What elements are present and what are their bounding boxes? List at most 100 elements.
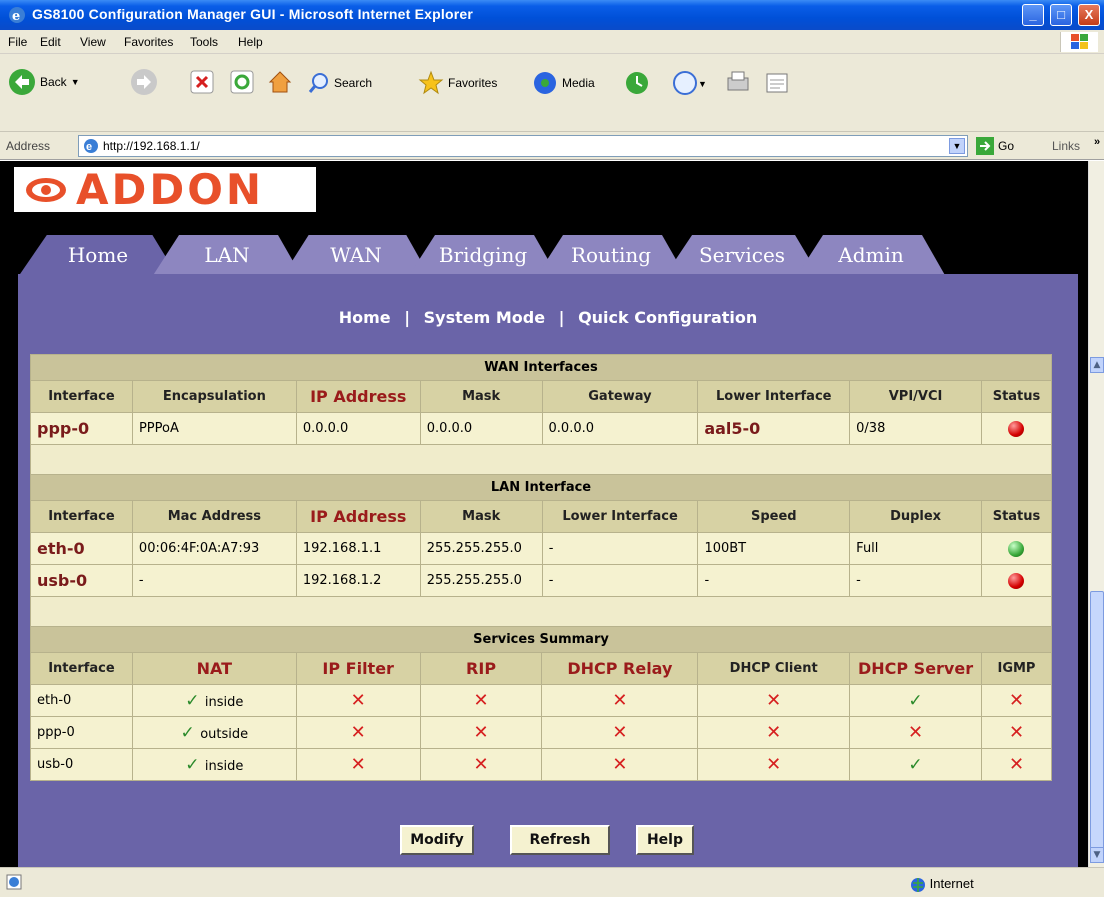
col-header[interactable]: NAT <box>131 652 297 685</box>
menu-edit[interactable]: Edit <box>40 35 61 49</box>
lan-section-title: LAN Interface <box>30 474 1052 501</box>
nat-mode: inside <box>204 694 244 710</box>
address-bar: Address e http://192.168.1.1/ ▼ Go Links… <box>0 132 1104 160</box>
address-input[interactable]: e http://192.168.1.1/ ▼ <box>78 135 968 157</box>
check-icon: ✓ <box>908 690 923 711</box>
col-header[interactable]: DHCP Relay <box>541 652 699 685</box>
links-button[interactable]: Links <box>1052 139 1080 153</box>
history-icon[interactable] <box>624 70 650 96</box>
menu-help[interactable]: Help <box>238 35 263 49</box>
search-icon <box>308 73 328 93</box>
table-row: eth-0 ✓ inside ✕ ✕ ✕ ✕ ✓ ✕ <box>30 684 1053 717</box>
nat-mode: outside <box>200 726 249 742</box>
service-cell: ✕ <box>419 684 543 717</box>
scroll-thumb[interactable] <box>1090 591 1104 859</box>
menu-view[interactable]: View <box>80 35 106 49</box>
maximize-button[interactable]: □ <box>1050 4 1072 26</box>
col-header[interactable]: IP Filter <box>295 652 421 685</box>
logo-text: ADDON <box>76 165 265 214</box>
lower-interface-link[interactable]: aal5-0 <box>697 412 851 445</box>
print-icon[interactable] <box>724 70 752 96</box>
sublink-home[interactable]: Home <box>339 308 391 327</box>
logo-eye-icon <box>26 178 66 202</box>
tab-home[interactable]: Home <box>18 235 178 277</box>
tab-routing[interactable]: Routing <box>536 235 686 277</box>
col-header: Lower Interface <box>697 380 851 413</box>
help-button[interactable]: Help <box>636 825 694 855</box>
svg-text:▼: ▼ <box>698 79 706 89</box>
stop-icon[interactable] <box>190 70 214 94</box>
globe-icon <box>911 877 925 892</box>
cell: - <box>849 564 982 597</box>
home-icon[interactable] <box>266 68 294 96</box>
cell: - <box>541 564 699 597</box>
cross-icon: ✕ <box>612 754 628 775</box>
col-header: Lower Interface <box>541 500 699 533</box>
col-header[interactable]: DHCP Server <box>849 652 982 685</box>
refresh-button[interactable]: Refresh <box>510 825 610 855</box>
cell: Full <box>849 532 982 565</box>
star-icon <box>418 70 444 95</box>
cell: 100BT <box>697 532 851 565</box>
menu-file[interactable]: File <box>8 35 27 49</box>
service-cell: ✕ <box>541 748 699 781</box>
sublink-system-mode[interactable]: System Mode <box>424 308 545 327</box>
address-dropdown[interactable]: ▼ <box>949 138 965 154</box>
menu-bar: File Edit View Favorites Tools Help <box>0 30 1104 54</box>
sublink-quick-configuration[interactable]: Quick Configuration <box>578 308 757 327</box>
scroll-up-arrow-icon[interactable]: ▲ <box>1090 357 1104 373</box>
col-header: Interface <box>30 500 133 533</box>
cross-icon: ✕ <box>473 754 489 775</box>
cell: 00:06:4F:0A:A7:93 <box>131 532 297 565</box>
service-cell: ✕ <box>541 716 699 749</box>
check-icon: ✓ <box>185 754 205 775</box>
services-section-title: Services Summary <box>30 626 1052 653</box>
interface-link[interactable]: eth-0 <box>30 532 133 565</box>
service-cell: ✕ <box>419 716 543 749</box>
col-header[interactable]: IP Address <box>295 500 421 533</box>
window-title: GS8100 Configuration Manager GUI - Micro… <box>32 6 474 22</box>
address-label: Address <box>6 139 51 153</box>
col-header: Gateway <box>541 380 699 413</box>
col-header: VPI/VCI <box>849 380 982 413</box>
mail-icon[interactable]: ▼ <box>672 70 706 96</box>
close-button[interactable]: X <box>1078 4 1100 26</box>
cell: 0.0.0.0 <box>419 412 543 445</box>
media-button[interactable]: Media <box>532 70 595 96</box>
tab-wan[interactable]: WAN <box>282 235 430 277</box>
vertical-scrollbar[interactable]: ▲ ▼ <box>1088 161 1104 867</box>
tab-bridging[interactable]: Bridging <box>408 235 558 277</box>
interface-link[interactable]: ppp-0 <box>30 412 133 445</box>
forward-arrow-icon[interactable] <box>130 68 158 96</box>
col-header: Interface <box>30 652 133 685</box>
status-red-icon <box>1008 572 1025 589</box>
go-button[interactable]: Go <box>976 137 1014 155</box>
col-header: Status <box>980 500 1053 533</box>
favorites-button[interactable]: Favorites <box>418 70 497 96</box>
interface-link[interactable]: usb-0 <box>30 564 133 597</box>
security-zone: Internet <box>910 876 974 893</box>
page-content: ADDON Home LAN WAN Bridging Routing Serv… <box>0 161 1088 867</box>
back-button[interactable]: Back ▼ <box>8 68 80 96</box>
status-red-icon <box>1008 420 1025 437</box>
menu-tools[interactable]: Tools <box>190 35 218 49</box>
menu-favorites[interactable]: Favorites <box>124 35 173 49</box>
minimize-button[interactable]: _ <box>1022 4 1044 26</box>
modify-button[interactable]: Modify <box>400 825 474 855</box>
refresh-icon[interactable] <box>230 70 254 94</box>
tab-admin[interactable]: Admin <box>796 235 946 277</box>
window-title-bar[interactable]: e GS8100 Configuration Manager GUI - Mic… <box>0 0 1104 30</box>
sublink-separator: | <box>558 308 565 327</box>
edit-icon[interactable] <box>764 70 790 96</box>
cross-icon: ✕ <box>766 690 782 711</box>
cross-icon: ✕ <box>612 722 628 743</box>
col-header[interactable]: IP Address <box>295 380 421 413</box>
tab-lan[interactable]: LAN <box>152 235 302 277</box>
cross-icon: ✕ <box>766 722 782 743</box>
col-header: Status <box>980 380 1053 413</box>
search-button[interactable]: Search <box>308 72 372 94</box>
col-header[interactable]: RIP <box>419 652 543 685</box>
service-cell: ✕ <box>980 748 1053 781</box>
tab-services[interactable]: Services <box>664 235 820 277</box>
scroll-down-arrow-icon[interactable]: ▼ <box>1090 847 1104 863</box>
